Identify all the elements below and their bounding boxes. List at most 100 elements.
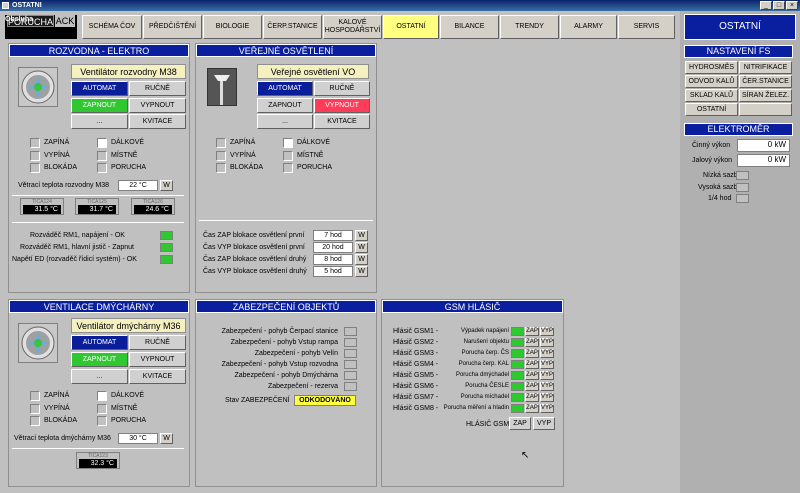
gsm-vyp-button[interactable]: VYP xyxy=(540,382,554,391)
fs-button[interactable]: ČER.STANICE xyxy=(739,75,792,88)
kvitace-button[interactable]: KVITACE xyxy=(129,114,186,129)
tab-servis[interactable]: SERVIS xyxy=(618,15,675,39)
gsm-zap-button[interactable]: ZAP xyxy=(525,349,539,358)
gsm-zap-button[interactable]: ZAP xyxy=(525,327,539,336)
temp-value[interactable]: 22 °C xyxy=(118,180,158,191)
gsm-vyp-button[interactable]: VYP xyxy=(540,393,554,402)
fs-button[interactable]: SKLAD KALŮ xyxy=(685,89,738,102)
vypnout-button[interactable]: VYPNOUT xyxy=(314,98,370,113)
lamp-icon xyxy=(207,68,237,106)
gsm-vyp-button[interactable]: VYP xyxy=(540,349,554,358)
gsm-title: GSM HLÁSIČ xyxy=(382,300,563,313)
tab-trendy[interactable]: TRENDY xyxy=(500,15,559,39)
gsm-zap-button[interactable]: ZAP xyxy=(525,404,539,413)
gsm-indicator xyxy=(511,382,524,391)
gsm-zap-button[interactable]: ZAP xyxy=(525,338,539,347)
gsm-desc: Porucha ČESLE xyxy=(465,383,509,389)
blok-label: Čas ZAP blokace osvětlení druhý xyxy=(203,256,307,263)
blok-value[interactable]: 5 hod xyxy=(313,266,353,277)
blok-write-button[interactable]: W xyxy=(355,230,368,241)
gsm-desc: Porucha čerp. KAL xyxy=(458,361,509,367)
zapnout-button[interactable]: ZAPNOUT xyxy=(71,352,128,367)
blok-value[interactable]: 20 hod xyxy=(313,242,353,253)
temp-write-button[interactable]: W xyxy=(160,180,173,191)
osvetleni-title: VEŘEJNÉ OSVĚTLENÍ xyxy=(196,44,376,57)
blok-write-button[interactable]: W xyxy=(355,242,368,253)
temp-write-button[interactable]: W xyxy=(160,433,173,444)
minimize-icon[interactable]: _ xyxy=(760,1,772,10)
chk-zapina xyxy=(30,138,40,148)
sensor-value: 32.3 °C xyxy=(79,459,117,468)
gsm-all-vyp-button[interactable]: VYP xyxy=(533,417,555,430)
vypnout-button[interactable]: VYPNOUT xyxy=(129,98,186,113)
tab-biologie[interactable]: BIOLOGIE xyxy=(203,15,262,39)
tab-alarmy[interactable]: ALARMY xyxy=(560,15,617,39)
tab-schema[interactable]: SCHÉMA ČOV xyxy=(82,15,142,39)
zapnout-button[interactable]: ZAPNOUT xyxy=(71,98,128,113)
kvitace-button[interactable]: KVITACE xyxy=(314,114,370,129)
gsm-zap-button[interactable]: ZAP xyxy=(525,393,539,402)
zapnout-button[interactable]: ZAPNOUT xyxy=(257,98,313,113)
automat-button[interactable]: AUTOMAT xyxy=(257,81,313,96)
sensor-tica124: TICA124 31.5 °C xyxy=(20,198,64,215)
gsm-zap-button[interactable]: ZAP xyxy=(525,382,539,391)
dots-button[interactable]: ... xyxy=(257,114,313,129)
gsm-desc: Porucha dmýchadel xyxy=(455,372,509,378)
status-line: Rozváděč RM1, napájení - OK xyxy=(30,232,125,239)
gsm-zap-button[interactable]: ZAP xyxy=(525,360,539,369)
automat-button[interactable]: AUTOMAT xyxy=(71,335,128,350)
fs-button[interactable]: ODVOD KALŮ xyxy=(685,75,738,88)
gsm-all-zap-button[interactable]: ZAP xyxy=(509,417,531,430)
chk-label: ZAPÍNÁ xyxy=(230,139,256,146)
status-label: Obsluha xyxy=(5,16,34,23)
rucne-button[interactable]: RUČNĚ xyxy=(129,335,186,350)
fs-button[interactable]: HYDROSMĚS xyxy=(685,61,738,74)
tab-bilance[interactable]: BILANCE xyxy=(440,15,499,39)
gsm-vyp-button[interactable]: VYP xyxy=(540,360,554,369)
gsm-vyp-button[interactable]: VYP xyxy=(540,371,554,380)
maximize-icon[interactable]: □ xyxy=(773,1,785,10)
blok-write-button[interactable]: W xyxy=(355,266,368,277)
blok-write-button[interactable]: W xyxy=(355,254,368,265)
zab-indicator xyxy=(344,338,357,347)
tab-cerp-stanice[interactable]: ČERP.STANICE xyxy=(263,15,322,39)
vypnout-button[interactable]: VYPNOUT xyxy=(129,352,186,367)
window-title: OSTATNI xyxy=(12,2,42,9)
kvitace-button[interactable]: KVITACE xyxy=(129,369,186,384)
fs-button[interactable]: OSTATNÍ xyxy=(685,103,738,116)
dots-button[interactable]: ... xyxy=(71,369,128,384)
tab-kalove[interactable]: KALOVÉ HOSPODÁŘSTVÍ xyxy=(323,15,382,39)
fs-button[interactable]: SÍRAN ŽELEZ. xyxy=(739,89,792,102)
device-name: Ventilátor dmýchárny M36 xyxy=(71,318,186,333)
gsm-name: Hlásič GSM3 - xyxy=(393,350,439,357)
gsm-indicator xyxy=(511,338,524,347)
blok-value[interactable]: 8 hod xyxy=(313,254,353,265)
chk-label: PORUCHA xyxy=(297,164,333,171)
gsm-vyp-button[interactable]: VYP xyxy=(540,404,554,413)
sensor-tica123: TICA123 32.3 °C xyxy=(76,452,120,469)
rucne-button[interactable]: RUČNĚ xyxy=(314,81,370,96)
gsm-name: Hlásič GSM2 - xyxy=(393,339,439,346)
chk-label: VYPÍNÁ xyxy=(44,405,70,412)
gsm-zap-button[interactable]: ZAP xyxy=(525,371,539,380)
chk-vypina xyxy=(30,151,40,161)
tab-predcisteni[interactable]: PŘEDČIŠTĚNÍ xyxy=(143,15,202,39)
rucne-button[interactable]: RUČNĚ xyxy=(129,81,186,96)
gsm-indicator xyxy=(511,404,524,413)
gsm-vyp-button[interactable]: VYP xyxy=(540,327,554,336)
dots-button[interactable]: ... xyxy=(71,114,128,129)
temp-value[interactable]: 30 °C xyxy=(118,433,158,444)
ack-button[interactable]: ACK xyxy=(55,15,75,27)
blok-label: Čas VYP blokace osvětlení druhý xyxy=(203,268,307,275)
chk-label: MÍSTNĚ xyxy=(297,152,324,159)
fs-button[interactable] xyxy=(739,103,792,116)
gsm-vyp-button[interactable]: VYP xyxy=(540,338,554,347)
device-name: Ventilátor rozvodny M38 xyxy=(71,64,186,79)
jalovy-value: 0 kW xyxy=(737,154,790,167)
tab-ostatni[interactable]: OSTATNÍ xyxy=(383,15,439,39)
close-icon[interactable]: × xyxy=(786,1,798,10)
gsm-desc: Porucha čerp. ČS xyxy=(461,350,509,356)
blok-value[interactable]: 7 hod xyxy=(313,230,353,241)
automat-button[interactable]: AUTOMAT xyxy=(71,81,128,96)
fs-button[interactable]: NITRIFIKACE xyxy=(739,61,792,74)
